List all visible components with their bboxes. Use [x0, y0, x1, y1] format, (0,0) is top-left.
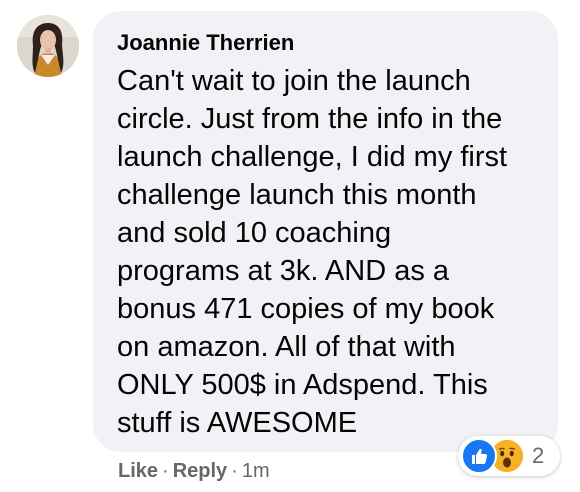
reply-button[interactable]: Reply — [173, 460, 227, 482]
comment-line: ONLY 500$ in Adspend. This — [117, 369, 488, 401]
comment-line: on amazon. All of that with — [117, 331, 456, 363]
comment-actions: Like · Reply · 1m — [118, 457, 270, 485]
comment-line: bonus 471 copies of my book — [117, 293, 495, 325]
comment-line: circle. Just from the info in the — [117, 103, 503, 135]
like-icon — [461, 438, 497, 474]
comment-line: launch challenge, I did my first — [117, 141, 508, 173]
profile-photo — [17, 15, 79, 77]
comment-line: Can't wait to join the launch — [117, 65, 471, 97]
comment-author[interactable]: Joannie Therrien — [117, 28, 536, 58]
reactions-summary[interactable]: 2 — [458, 436, 560, 476]
avatar[interactable] — [17, 15, 79, 77]
comment-bubble: Joannie Therrien Can't wait to join the … — [93, 11, 558, 452]
separator: · — [231, 460, 238, 482]
comment-line: programs at 3k. AND as a — [117, 255, 450, 287]
timestamp[interactable]: 1m — [242, 460, 270, 482]
comment-text: Can't wait to join the launch circle. Ju… — [117, 62, 536, 442]
like-button[interactable]: Like — [118, 460, 158, 482]
separator: · — [162, 460, 169, 482]
comment-line: and sold 10 coaching — [117, 217, 392, 249]
reaction-count: 2 — [532, 443, 545, 468]
comment-line: challenge launch this month — [117, 179, 477, 211]
